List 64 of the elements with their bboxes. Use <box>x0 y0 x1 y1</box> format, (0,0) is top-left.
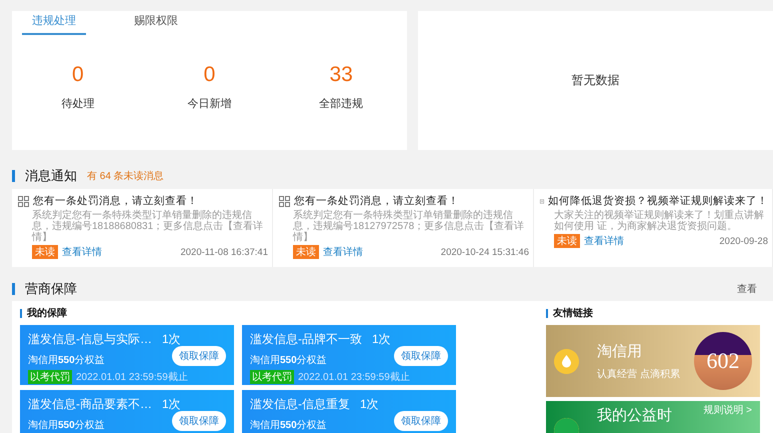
benefit-text: 淘信用550分权益 <box>250 354 327 367</box>
violation-count: 1次 <box>162 396 181 413</box>
deadline-text: 2022.01.01 23:59:59截止 <box>76 370 188 384</box>
stat-label: 今日新增 <box>186 96 232 111</box>
notice-body: 系统判定您有一条特殊类型订单销量删除的违规信息，违规编号18188680831；更多信息点击【查看详情】 <box>32 210 264 243</box>
deadline-text: 2022.01.01 23:59:59截止 <box>298 370 410 384</box>
rules-link[interactable]: 规则说明 > <box>703 403 752 417</box>
exam-tag: 以考代罚 <box>250 370 294 384</box>
subsection-marker <box>20 308 22 318</box>
section-marker <box>12 170 15 182</box>
grid-icon <box>279 196 290 206</box>
card-title: 我的公益时 <box>597 406 672 425</box>
violation-count: 1次 <box>360 396 379 413</box>
subsection-title: 我的保障 <box>27 306 67 320</box>
empty-text: 暂无数据 <box>572 72 620 89</box>
subsection-title: 友情链接 <box>553 306 593 320</box>
droplet-icon <box>554 348 579 374</box>
exam-tag: 以考代罚 <box>28 370 72 384</box>
section-title: 营商保障 <box>25 280 77 298</box>
claim-button[interactable]: 领取保障 <box>172 411 226 431</box>
notice-body: 系统判定您有一条特殊类型订单销量删除的违规信息，违规编号18127972578；更多信息点击【查看详情】 <box>293 210 526 243</box>
benefit-text: 淘信用550分权益 <box>28 418 105 432</box>
credit-score: 602 <box>694 332 752 390</box>
charity-card[interactable]: 我的公益时 规则说明 > <box>546 401 760 433</box>
unread-badge: 未读 <box>293 245 319 259</box>
stat-value[interactable]: 0 <box>12 63 144 87</box>
unread-badge: 未读 <box>32 245 58 259</box>
view-details-link[interactable]: 查看详情 <box>584 234 624 248</box>
benefit-text: 淘信用550分权益 <box>250 418 327 432</box>
stat-label: 待处理 <box>60 97 96 111</box>
section-title: 消息通知 <box>25 167 77 185</box>
notice-title[interactable]: 您有一条处罚消息，请立刻查看！ <box>33 194 198 208</box>
guarantee-title: 滥发信息-品牌不一致 <box>250 331 362 348</box>
violation-count: 1次 <box>162 331 181 348</box>
notice-date: 2020-11-08 16:37:41 <box>180 246 268 258</box>
claim-button[interactable]: 领取保障 <box>394 346 448 366</box>
notice-title[interactable]: 如何降低退货资损？视频举证规则解读来了！ <box>548 194 768 208</box>
grid-icon <box>18 196 29 206</box>
panel-tab[interactable]: 赐限权限 <box>124 13 188 35</box>
unread-badge: 未读 <box>554 234 580 248</box>
guarantee-title: 滥发信息-信息重复 <box>250 396 350 413</box>
guarantee-title: 滥发信息-信息与实际… <box>28 331 152 348</box>
stat-label: 全部违规 <box>318 96 364 111</box>
stat-value[interactable]: 33 <box>275 63 407 87</box>
notice-date: 2020-10-24 15:31:46 <box>440 246 529 258</box>
card-subtitle: 认真经营 点滴积累 <box>597 368 680 380</box>
guarantee-title: 滥发信息-商品要素不… <box>28 396 152 413</box>
view-all-link[interactable]: 查看 <box>737 282 757 296</box>
credit-card[interactable]: 淘信用 认真经营 点滴积累 602 <box>546 325 760 397</box>
section-marker <box>12 283 15 295</box>
stat-value[interactable]: 0 <box>144 63 276 87</box>
card-title: 淘信用 <box>597 342 643 360</box>
view-details-link[interactable]: 查看详情 <box>323 245 363 259</box>
subsection-marker <box>546 308 548 318</box>
violation-count: 1次 <box>372 331 391 348</box>
notice-title[interactable]: 您有一条处罚消息，请立刻查看！ <box>294 194 459 208</box>
notice-date: 2020-09-28 <box>719 236 768 246</box>
claim-button[interactable]: 领取保障 <box>394 411 448 431</box>
unread-count[interactable]: 有 64 条未读消息 <box>87 169 164 183</box>
panel-tab[interactable]: 违规处理 <box>22 13 86 35</box>
notice-body: 大家关注的视频举证规则解读来了！划重点讲解如何使用 证，为商家解决退货资损问题。 <box>554 210 765 232</box>
benefit-text: 淘信用550分权益 <box>28 354 105 367</box>
claim-button[interactable]: 领取保障 <box>172 346 226 366</box>
view-details-link[interactable]: 查看详情 <box>62 245 102 259</box>
